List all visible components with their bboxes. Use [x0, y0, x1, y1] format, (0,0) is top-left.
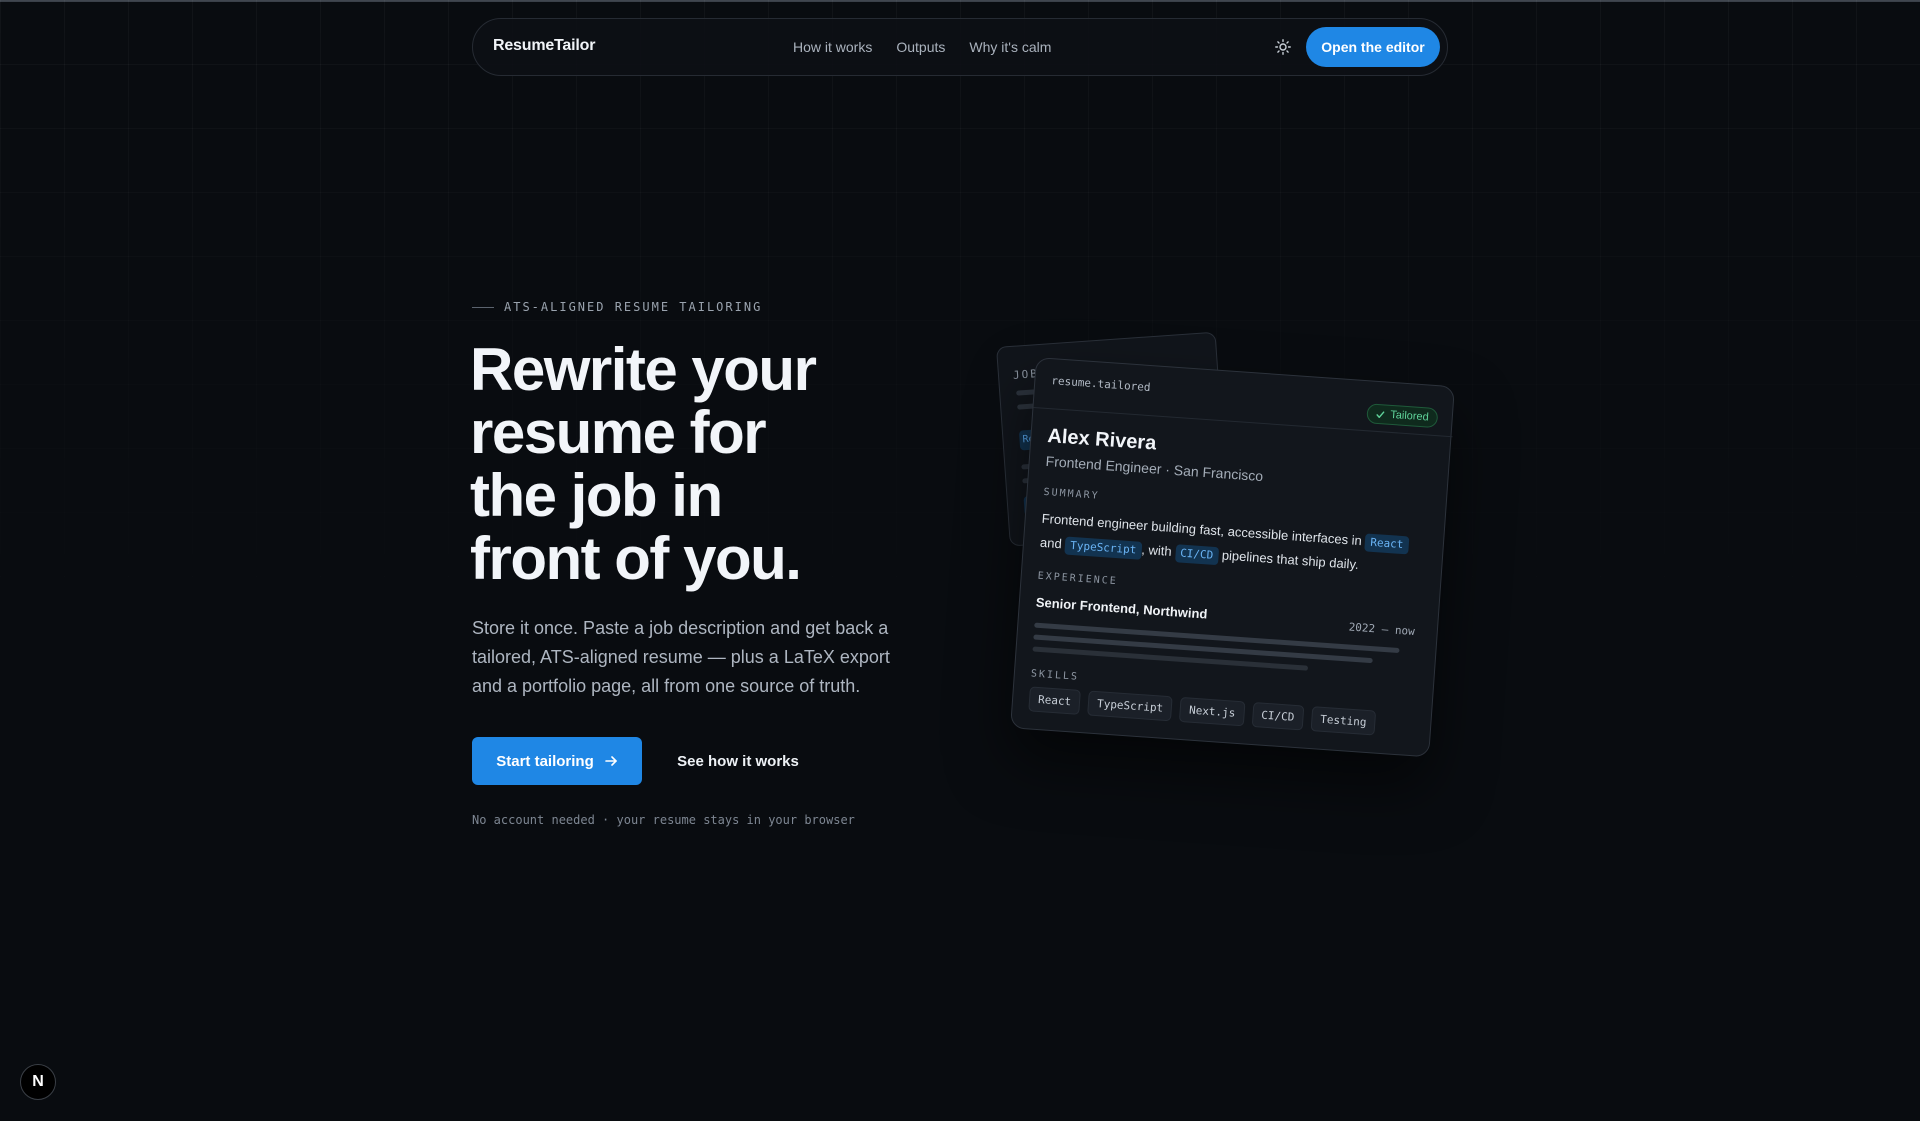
candidate-name: Alex Rivera — [1046, 425, 1157, 455]
arrow-right-icon — [604, 756, 617, 766]
summary-text-part: pipelines that ship daily. — [1217, 547, 1360, 572]
skill-chip: Next.js — [1179, 696, 1246, 727]
headline-line: Rewrite your — [470, 336, 817, 403]
dev-tools-badge[interactable]: N — [20, 1064, 56, 1100]
experience-label: EXPERIENCE — [1037, 570, 1119, 588]
file-name: resume.tailored — [1050, 374, 1151, 395]
keyword-tag: TypeScript — [1064, 536, 1142, 560]
keyword-tag: CI/CD — [1174, 544, 1219, 566]
hero-description: Store it once. Paste a job description a… — [472, 618, 890, 696]
candidate-role: Frontend Engineer · San Francisco — [1045, 452, 1264, 485]
headline-line: resume for — [470, 399, 767, 466]
privacy-note: No account needed · your resume stays in… — [472, 813, 855, 827]
eyebrow-text: ATS-ALIGNED RESUME TAILORING — [504, 300, 763, 314]
summary-text: Frontend engineer building fast, accessi… — [1039, 507, 1431, 582]
tailored-resume-card: resume.tailored Tailored Alex Rivera Fro… — [1010, 357, 1456, 758]
headline-line: front of you. — [470, 525, 802, 592]
job-title: Senior Frontend, Northwind — [1035, 594, 1208, 622]
hero-eyebrow: ATS-ALIGNED RESUME TAILORING — [472, 300, 762, 314]
start-tailoring-button[interactable]: Start tailoring — [472, 737, 642, 785]
keyword-tag: React — [1364, 533, 1409, 555]
nav-links: How it works Outputs Why it's calm — [793, 39, 1051, 55]
summary-text-part: and — [1039, 534, 1066, 552]
open-editor-button[interactable]: Open the editor — [1306, 27, 1440, 67]
start-tailoring-label: Start tailoring — [496, 752, 594, 770]
skill-chip: Testing — [1310, 706, 1377, 736]
top-nav: ResumeTailor How it works Outputs Why it… — [472, 18, 1448, 76]
tailored-badge: Tailored — [1366, 403, 1439, 429]
headline-line: the job in — [470, 462, 723, 529]
eyebrow-dash — [472, 306, 494, 308]
brand-logo[interactable]: ResumeTailor — [493, 37, 595, 55]
nav-link-how-it-works[interactable]: How it works — [793, 39, 872, 55]
skill-chip: TypeScript — [1087, 690, 1174, 722]
nav-link-why-calm[interactable]: Why it's calm — [969, 39, 1051, 55]
sun-icon — [1275, 39, 1291, 55]
skills-list: React TypeScript Next.js CI/CD Testing — [1028, 686, 1377, 736]
hero-headline: Rewrite your resume for the job in front… — [470, 338, 910, 590]
skill-chip: React — [1028, 686, 1082, 715]
background-grid — [0, 0, 1920, 700]
summary-text-part: , with — [1140, 541, 1176, 560]
dev-badge-letter: N — [32, 1073, 44, 1090]
nav-link-outputs[interactable]: Outputs — [896, 39, 945, 55]
job-dates: 2022 – now — [1348, 620, 1416, 639]
skill-chip: CI/CD — [1251, 701, 1305, 731]
tailored-badge-label: Tailored — [1389, 408, 1430, 424]
skills-label: SKILLS — [1030, 668, 1080, 683]
summary-label: SUMMARY — [1043, 486, 1100, 502]
see-how-it-works-button[interactable]: See how it works — [662, 737, 814, 785]
theme-toggle-button[interactable] — [1271, 35, 1295, 59]
landing-page: ResumeTailor How it works Outputs Why it… — [0, 0, 1920, 1121]
check-icon — [1376, 410, 1385, 418]
